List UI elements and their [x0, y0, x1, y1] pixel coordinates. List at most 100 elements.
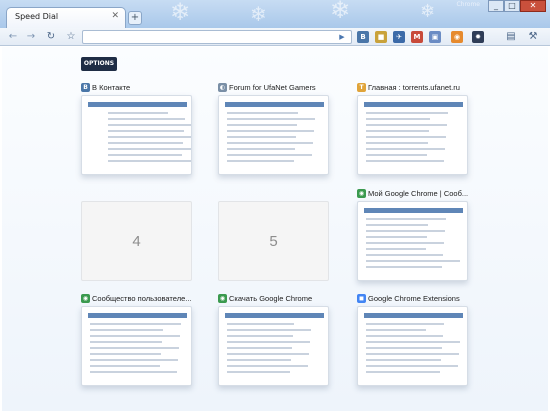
wrench-icon[interactable]: ⚒: [526, 30, 540, 44]
site-favicon-icon: ◼: [357, 294, 366, 303]
thumbnail-text-line: [108, 136, 191, 138]
thumbnail-text-line: [227, 130, 314, 132]
thumbnail-text-line: [227, 365, 308, 367]
speed-dial-tile[interactable]: ◉ Мой Google Chrome | Сооб...: [357, 189, 468, 285]
dial-title[interactable]: Сообщество пользователе...: [92, 294, 192, 303]
dial-header: [81, 189, 192, 201]
thumbnail-header-bar: [225, 102, 324, 107]
options-button[interactable]: OPTIONS: [81, 57, 117, 71]
thumbnail-text-line: [227, 154, 312, 156]
thumbnail-text-line: [366, 218, 446, 220]
forward-icon[interactable]: →: [24, 30, 38, 44]
thumbnail-text-line: [366, 335, 443, 337]
dial-title[interactable]: Скачать Google Chrome: [229, 294, 312, 303]
airplane-icon[interactable]: ✈: [393, 31, 405, 43]
thumbnail-text-line: [366, 353, 459, 355]
thumbnail-text-line: [108, 124, 191, 126]
dial-title[interactable]: В Контакте: [92, 83, 130, 92]
color-picker-icon[interactable]: ■: [375, 31, 387, 43]
speed-dial-tile[interactable]: ◉ Скачать Google Chrome: [218, 294, 329, 390]
play-icon[interactable]: ▶: [336, 31, 348, 43]
thumbnail-text-line: [227, 341, 310, 343]
thumbnail-text-line: [366, 142, 428, 144]
snowflake-decoration: ❄: [420, 1, 436, 22]
thumbnail-text-line: [366, 347, 442, 349]
window-controls: _ □ ✕: [488, 0, 546, 13]
thumbnail-text-line: [90, 335, 180, 337]
close-window-icon[interactable]: ✕: [520, 0, 546, 12]
thumbnail-text-line: [366, 236, 427, 238]
site-thumbnail[interactable]: [81, 306, 192, 386]
site-favicon-icon: ◉: [81, 294, 90, 303]
thumbnail-text-line: [90, 323, 181, 325]
thumbnail-text-line: [90, 341, 162, 343]
thumbnail-header-bar: [88, 102, 187, 107]
dial-header: ◉ Скачать Google Chrome: [218, 294, 329, 306]
site-thumbnail[interactable]: [357, 201, 468, 281]
tab-title: Speed Dial: [15, 12, 59, 21]
snowflake-decoration: ❄: [250, 2, 267, 26]
site-favicon-icon: В: [81, 83, 90, 92]
dial-title[interactable]: Мой Google Chrome | Сооб...: [368, 189, 468, 198]
gmail-icon[interactable]: M: [411, 31, 423, 43]
thumbnail-text-line: [108, 130, 184, 132]
dial-title[interactable]: Forum for UfaNet Gamers: [229, 83, 316, 92]
back-icon[interactable]: ←: [6, 30, 20, 44]
thumbnail-text-line: [366, 242, 444, 244]
tab-speed-dial[interactable]: Speed Dial ✕: [6, 7, 126, 28]
thumbnail-text-line: [366, 136, 446, 138]
thumbnail-text-line: [227, 142, 313, 144]
speed-dial-tile[interactable]: 5: [218, 189, 329, 285]
page-menu-icon[interactable]: ▤: [504, 30, 518, 44]
thumbnail-text-line: [366, 260, 460, 262]
dial-title[interactable]: Главная : torrents.ufanet.ru: [368, 83, 460, 92]
thumbnail-text-line: [227, 329, 311, 331]
speed-dial-tile[interactable]: ВВ Контакте: [81, 83, 192, 179]
thumbnail-text-line: [366, 359, 441, 361]
empty-dial-slot[interactable]: 5: [218, 201, 329, 281]
site-thumbnail[interactable]: [218, 306, 329, 386]
dial-header: ◐ Forum for UfaNet Gamers: [218, 83, 329, 95]
sun-icon[interactable]: ✹: [472, 31, 484, 43]
speed-dial-tile[interactable]: T Главная : torrents.ufanet.ru: [357, 83, 468, 179]
address-bar[interactable]: [82, 30, 352, 44]
speed-dial-page: OPTIONS ВВ Контакте ◐ Forum for UfaNet Gam…: [2, 47, 548, 411]
new-tab-button[interactable]: +: [128, 11, 142, 25]
rss-icon[interactable]: ◉: [451, 31, 463, 43]
close-tab-icon[interactable]: ✕: [111, 11, 119, 21]
dial-header: T Главная : torrents.ufanet.ru: [357, 83, 468, 95]
speed-dial-tile[interactable]: ◉ Сообщество пользователе...: [81, 294, 192, 390]
empty-dial-slot[interactable]: 4: [81, 201, 192, 281]
speed-dial-tile[interactable]: ◐ Forum for UfaNet Gamers: [218, 83, 329, 179]
dial-title[interactable]: Google Chrome Extensions: [368, 294, 460, 303]
dial-header: [218, 189, 329, 201]
site-favicon-icon: ◐: [218, 83, 227, 92]
site-thumbnail[interactable]: [81, 95, 192, 175]
maximize-icon[interactable]: □: [504, 0, 520, 12]
dial-header: ◼ Google Chrome Extensions: [357, 294, 468, 306]
reload-icon[interactable]: ↻: [44, 30, 58, 44]
speed-dial-tile[interactable]: ◼ Google Chrome Extensions: [357, 294, 468, 390]
site-thumbnail[interactable]: [357, 95, 468, 175]
thumbnail-text-line: [90, 353, 161, 355]
title-bar: ❄ ❄ ❄ ❄ Speed Dial ✕ + Chrome _ □ ✕: [0, 0, 550, 28]
thumbnail-text-line: [366, 365, 458, 367]
thumbnail-header-bar: [225, 313, 324, 318]
thumbnail-text-line: [366, 112, 448, 114]
bookmark-star-icon[interactable]: ☆: [64, 30, 78, 44]
site-thumbnail[interactable]: [357, 306, 468, 386]
dial-number: 4: [132, 233, 141, 250]
thumbnail-text-line: [108, 160, 191, 162]
image-icon[interactable]: ▣: [429, 31, 441, 43]
site-thumbnail[interactable]: [218, 95, 329, 175]
speed-dial-tile[interactable]: 4: [81, 189, 192, 285]
snowflake-decoration: ❄: [330, 0, 351, 24]
thumbnail-text-line: [227, 335, 293, 337]
minimize-icon[interactable]: _: [488, 0, 504, 12]
thumbnail-text-line: [90, 365, 160, 367]
thumbnail-text-line: [366, 254, 443, 256]
vkontakte-icon[interactable]: В: [357, 31, 369, 43]
thumbnail-text-line: [108, 142, 183, 144]
thumbnail-text-line: [227, 148, 295, 150]
thumbnail-text-line: [366, 118, 430, 120]
